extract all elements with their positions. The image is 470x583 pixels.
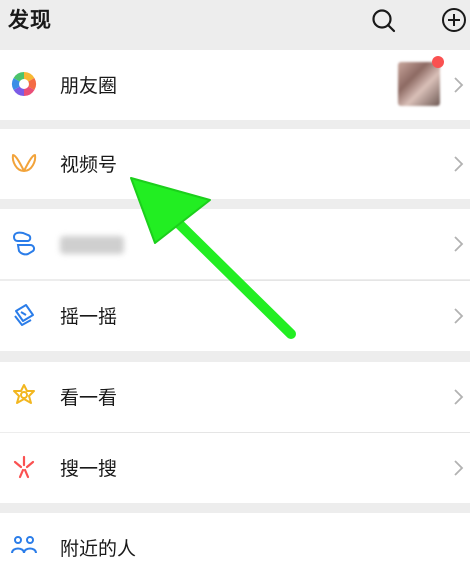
channels-icon — [11, 154, 37, 172]
menu-item-label: 看一看 — [60, 387, 118, 409]
add-circle-icon[interactable] — [440, 6, 468, 34]
moments-icon — [11, 72, 37, 96]
chevron-right-icon — [454, 460, 464, 476]
top-stories-icon — [13, 384, 35, 404]
menu-item-moments[interactable]: 朋友圈 — [0, 50, 470, 120]
menu-item-label: 附近的人 — [60, 538, 137, 560]
menu-item-nearby[interactable]: 附近的人 — [0, 513, 470, 583]
chevron-right-icon — [454, 308, 464, 324]
moments-preview-thumbnail — [398, 62, 440, 106]
chevron-right-icon — [454, 156, 464, 172]
chevron-right-icon — [454, 389, 464, 405]
menu-item-label: 摇一摇 — [60, 306, 118, 328]
shake-icon — [14, 304, 34, 326]
menu-item-label-blurred — [60, 236, 124, 254]
menu-item-channels[interactable]: 视频号 — [0, 129, 470, 199]
scan-icon — [12, 231, 35, 256]
nearby-icon — [11, 536, 37, 554]
new-post-badge — [432, 56, 444, 68]
menu-item-label: 搜一搜 — [60, 458, 118, 480]
menu-item-label: 朋友圈 — [60, 75, 118, 97]
menu-item-top-stories[interactable]: 看一看 — [0, 362, 470, 432]
page-title: 发现 — [8, 8, 52, 32]
search-feature-icon — [13, 455, 35, 479]
menu-item-scan[interactable] — [0, 209, 470, 279]
menu-item-search[interactable]: 搜一搜 — [0, 433, 470, 503]
menu-item-shake[interactable]: 摇一摇 — [0, 281, 470, 351]
menu-item-label: 视频号 — [60, 154, 118, 176]
chevron-right-icon — [454, 236, 464, 252]
top-bar: 发现 — [0, 0, 470, 40]
chevron-right-icon — [454, 77, 464, 93]
search-icon[interactable] — [370, 7, 398, 35]
